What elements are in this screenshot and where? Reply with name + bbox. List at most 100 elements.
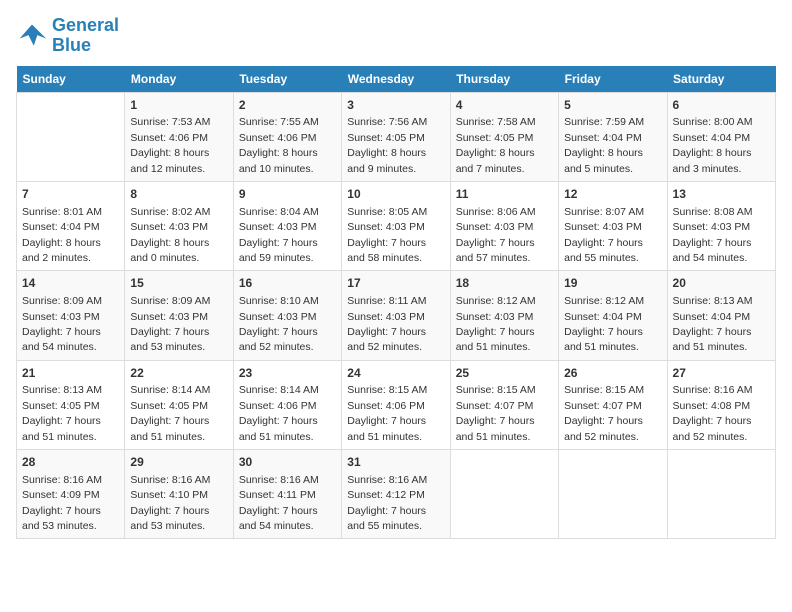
day-number: 17: [347, 275, 444, 292]
day-sunrise: Sunrise: 7:53 AMSunset: 4:06 PMDaylight:…: [130, 116, 210, 174]
day-sunrise: Sunrise: 8:08 AMSunset: 4:03 PMDaylight:…: [673, 206, 753, 264]
day-sunrise: Sunrise: 8:16 AMSunset: 4:10 PMDaylight:…: [130, 474, 210, 532]
day-number: 8: [130, 186, 227, 203]
day-number: 27: [673, 365, 770, 382]
calendar-cell: 10 Sunrise: 8:05 AMSunset: 4:03 PMDaylig…: [342, 181, 450, 270]
calendar-cell: 9 Sunrise: 8:04 AMSunset: 4:03 PMDayligh…: [233, 181, 341, 270]
calendar-week-1: 1 Sunrise: 7:53 AMSunset: 4:06 PMDayligh…: [17, 92, 776, 181]
calendar-cell: 7 Sunrise: 8:01 AMSunset: 4:04 PMDayligh…: [17, 181, 125, 270]
day-sunrise: Sunrise: 7:59 AMSunset: 4:04 PMDaylight:…: [564, 116, 644, 174]
day-sunrise: Sunrise: 8:07 AMSunset: 4:03 PMDaylight:…: [564, 206, 644, 264]
weekday-header-tuesday: Tuesday: [233, 66, 341, 93]
day-sunrise: Sunrise: 7:55 AMSunset: 4:06 PMDaylight:…: [239, 116, 319, 174]
calendar-cell: 8 Sunrise: 8:02 AMSunset: 4:03 PMDayligh…: [125, 181, 233, 270]
day-number: 25: [456, 365, 553, 382]
day-sunrise: Sunrise: 8:13 AMSunset: 4:04 PMDaylight:…: [673, 295, 753, 353]
calendar-table: SundayMondayTuesdayWednesdayThursdayFrid…: [16, 66, 776, 540]
day-number: 12: [564, 186, 661, 203]
calendar-week-2: 7 Sunrise: 8:01 AMSunset: 4:04 PMDayligh…: [17, 181, 776, 270]
day-sunrise: Sunrise: 8:02 AMSunset: 4:03 PMDaylight:…: [130, 206, 210, 264]
calendar-cell: [667, 450, 775, 539]
calendar-cell: 1 Sunrise: 7:53 AMSunset: 4:06 PMDayligh…: [125, 92, 233, 181]
day-number: 20: [673, 275, 770, 292]
day-sunrise: Sunrise: 8:15 AMSunset: 4:07 PMDaylight:…: [456, 384, 536, 442]
day-sunrise: Sunrise: 8:16 AMSunset: 4:12 PMDaylight:…: [347, 474, 427, 532]
weekday-header-friday: Friday: [559, 66, 667, 93]
day-number: 13: [673, 186, 770, 203]
calendar-cell: 17 Sunrise: 8:11 AMSunset: 4:03 PMDaylig…: [342, 271, 450, 360]
day-sunrise: Sunrise: 8:05 AMSunset: 4:03 PMDaylight:…: [347, 206, 427, 264]
calendar-cell: 30 Sunrise: 8:16 AMSunset: 4:11 PMDaylig…: [233, 450, 341, 539]
day-sunrise: Sunrise: 8:12 AMSunset: 4:03 PMDaylight:…: [456, 295, 536, 353]
calendar-cell: 29 Sunrise: 8:16 AMSunset: 4:10 PMDaylig…: [125, 450, 233, 539]
calendar-cell: 20 Sunrise: 8:13 AMSunset: 4:04 PMDaylig…: [667, 271, 775, 360]
weekday-header-wednesday: Wednesday: [342, 66, 450, 93]
weekday-header-thursday: Thursday: [450, 66, 558, 93]
calendar-cell: 28 Sunrise: 8:16 AMSunset: 4:09 PMDaylig…: [17, 450, 125, 539]
day-number: 21: [22, 365, 119, 382]
weekday-header-sunday: Sunday: [17, 66, 125, 93]
day-sunrise: Sunrise: 8:06 AMSunset: 4:03 PMDaylight:…: [456, 206, 536, 264]
calendar-cell: 2 Sunrise: 7:55 AMSunset: 4:06 PMDayligh…: [233, 92, 341, 181]
day-number: 18: [456, 275, 553, 292]
calendar-cell: 18 Sunrise: 8:12 AMSunset: 4:03 PMDaylig…: [450, 271, 558, 360]
calendar-cell: 15 Sunrise: 8:09 AMSunset: 4:03 PMDaylig…: [125, 271, 233, 360]
calendar-cell: [559, 450, 667, 539]
day-number: 29: [130, 454, 227, 471]
day-number: 24: [347, 365, 444, 382]
calendar-cell: 31 Sunrise: 8:16 AMSunset: 4:12 PMDaylig…: [342, 450, 450, 539]
day-number: 16: [239, 275, 336, 292]
day-number: 1: [130, 97, 227, 114]
day-number: 28: [22, 454, 119, 471]
day-sunrise: Sunrise: 7:56 AMSunset: 4:05 PMDaylight:…: [347, 116, 427, 174]
day-number: 7: [22, 186, 119, 203]
calendar-cell: 6 Sunrise: 8:00 AMSunset: 4:04 PMDayligh…: [667, 92, 775, 181]
logo-text: General Blue: [52, 16, 119, 56]
day-number: 10: [347, 186, 444, 203]
calendar-cell: 26 Sunrise: 8:15 AMSunset: 4:07 PMDaylig…: [559, 360, 667, 449]
logo: General Blue: [16, 16, 119, 56]
calendar-cell: 24 Sunrise: 8:15 AMSunset: 4:06 PMDaylig…: [342, 360, 450, 449]
calendar-cell: 12 Sunrise: 8:07 AMSunset: 4:03 PMDaylig…: [559, 181, 667, 270]
page-header: General Blue: [16, 16, 776, 56]
calendar-cell: 11 Sunrise: 8:06 AMSunset: 4:03 PMDaylig…: [450, 181, 558, 270]
day-sunrise: Sunrise: 8:00 AMSunset: 4:04 PMDaylight:…: [673, 116, 753, 174]
calendar-cell: 14 Sunrise: 8:09 AMSunset: 4:03 PMDaylig…: [17, 271, 125, 360]
day-sunrise: Sunrise: 8:09 AMSunset: 4:03 PMDaylight:…: [130, 295, 210, 353]
calendar-cell: 25 Sunrise: 8:15 AMSunset: 4:07 PMDaylig…: [450, 360, 558, 449]
calendar-week-4: 21 Sunrise: 8:13 AMSunset: 4:05 PMDaylig…: [17, 360, 776, 449]
day-sunrise: Sunrise: 8:12 AMSunset: 4:04 PMDaylight:…: [564, 295, 644, 353]
weekday-header-monday: Monday: [125, 66, 233, 93]
day-number: 9: [239, 186, 336, 203]
calendar-cell: 27 Sunrise: 8:16 AMSunset: 4:08 PMDaylig…: [667, 360, 775, 449]
day-sunrise: Sunrise: 8:14 AMSunset: 4:05 PMDaylight:…: [130, 384, 210, 442]
day-number: 2: [239, 97, 336, 114]
calendar-cell: 3 Sunrise: 7:56 AMSunset: 4:05 PMDayligh…: [342, 92, 450, 181]
day-sunrise: Sunrise: 8:15 AMSunset: 4:06 PMDaylight:…: [347, 384, 427, 442]
logo-icon: [16, 22, 48, 50]
day-number: 4: [456, 97, 553, 114]
weekday-header-saturday: Saturday: [667, 66, 775, 93]
calendar-cell: 19 Sunrise: 8:12 AMSunset: 4:04 PMDaylig…: [559, 271, 667, 360]
day-number: 14: [22, 275, 119, 292]
day-number: 3: [347, 97, 444, 114]
day-number: 22: [130, 365, 227, 382]
weekday-header-row: SundayMondayTuesdayWednesdayThursdayFrid…: [17, 66, 776, 93]
calendar-cell: [17, 92, 125, 181]
day-sunrise: Sunrise: 8:14 AMSunset: 4:06 PMDaylight:…: [239, 384, 319, 442]
day-number: 19: [564, 275, 661, 292]
day-number: 31: [347, 454, 444, 471]
calendar-cell: [450, 450, 558, 539]
calendar-week-5: 28 Sunrise: 8:16 AMSunset: 4:09 PMDaylig…: [17, 450, 776, 539]
calendar-cell: 22 Sunrise: 8:14 AMSunset: 4:05 PMDaylig…: [125, 360, 233, 449]
day-sunrise: Sunrise: 8:16 AMSunset: 4:11 PMDaylight:…: [239, 474, 319, 532]
calendar-cell: 23 Sunrise: 8:14 AMSunset: 4:06 PMDaylig…: [233, 360, 341, 449]
day-sunrise: Sunrise: 8:01 AMSunset: 4:04 PMDaylight:…: [22, 206, 102, 264]
day-sunrise: Sunrise: 7:58 AMSunset: 4:05 PMDaylight:…: [456, 116, 536, 174]
calendar-cell: 16 Sunrise: 8:10 AMSunset: 4:03 PMDaylig…: [233, 271, 341, 360]
day-number: 15: [130, 275, 227, 292]
calendar-cell: 5 Sunrise: 7:59 AMSunset: 4:04 PMDayligh…: [559, 92, 667, 181]
day-sunrise: Sunrise: 8:16 AMSunset: 4:08 PMDaylight:…: [673, 384, 753, 442]
day-sunrise: Sunrise: 8:13 AMSunset: 4:05 PMDaylight:…: [22, 384, 102, 442]
calendar-week-3: 14 Sunrise: 8:09 AMSunset: 4:03 PMDaylig…: [17, 271, 776, 360]
